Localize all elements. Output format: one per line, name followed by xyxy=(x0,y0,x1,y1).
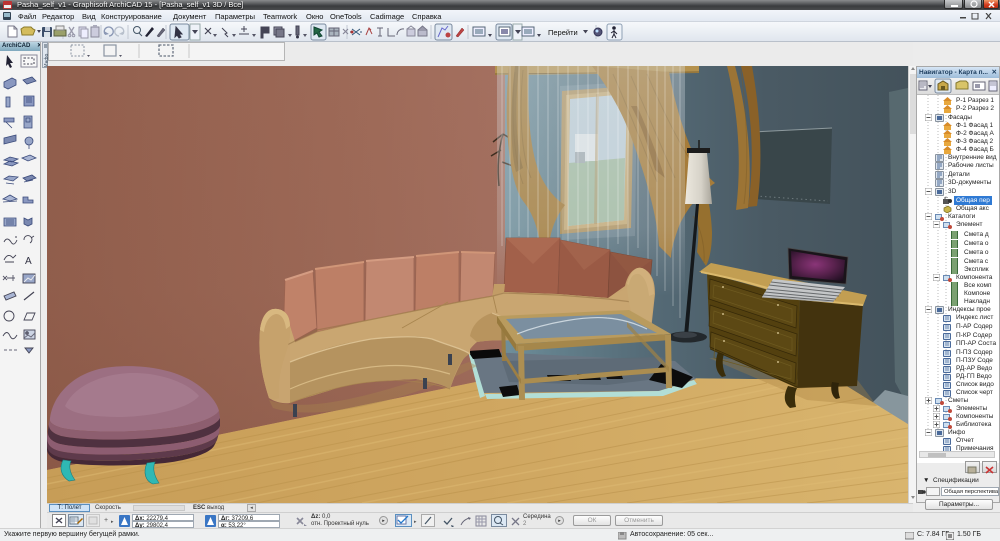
svg-text:Перейти: Перейти xyxy=(548,28,578,37)
svg-text:A: A xyxy=(25,256,32,267)
